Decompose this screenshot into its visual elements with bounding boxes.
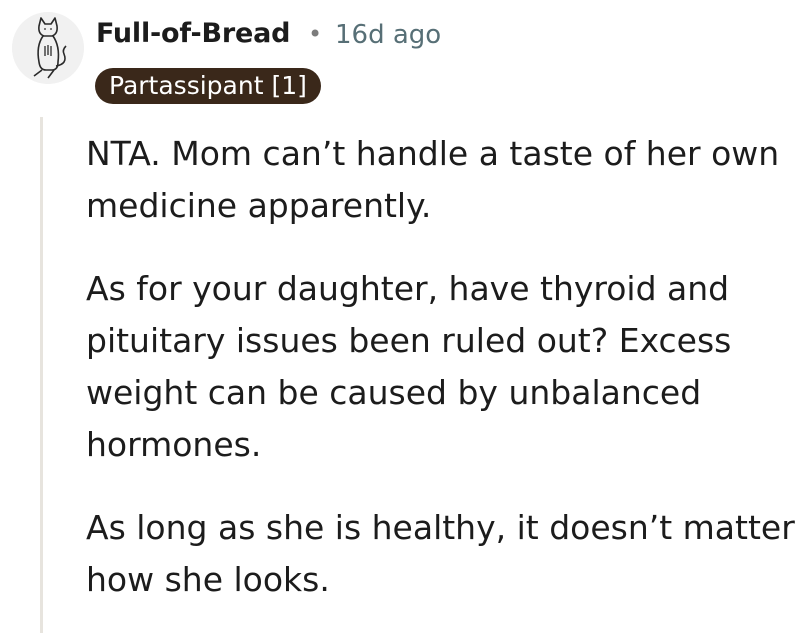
comment-paragraph: As for your daughter, have thyroid and p… <box>86 269 732 464</box>
comment-body: NTA. Mom can’t handle a taste of her own… <box>86 128 798 633</box>
comment-timestamp[interactable]: 16d ago <box>335 20 441 50</box>
author-username[interactable]: Full-of-Bread <box>96 18 290 49</box>
meta-separator: • <box>308 20 323 48</box>
user-avatar[interactable] <box>12 12 84 84</box>
user-flair-badge: Partassipant [1] <box>95 68 321 104</box>
thread-collapse-line[interactable] <box>40 117 43 633</box>
comment-paragraph: NTA. Mom can’t handle a taste of her own… <box>86 134 780 225</box>
cat-avatar-icon <box>12 12 84 84</box>
comment: Full-of-Bread • 16d ago Partassipant [1]… <box>0 0 802 633</box>
comment-paragraph: As long as she is healthy, it doesn’t ma… <box>86 508 795 599</box>
